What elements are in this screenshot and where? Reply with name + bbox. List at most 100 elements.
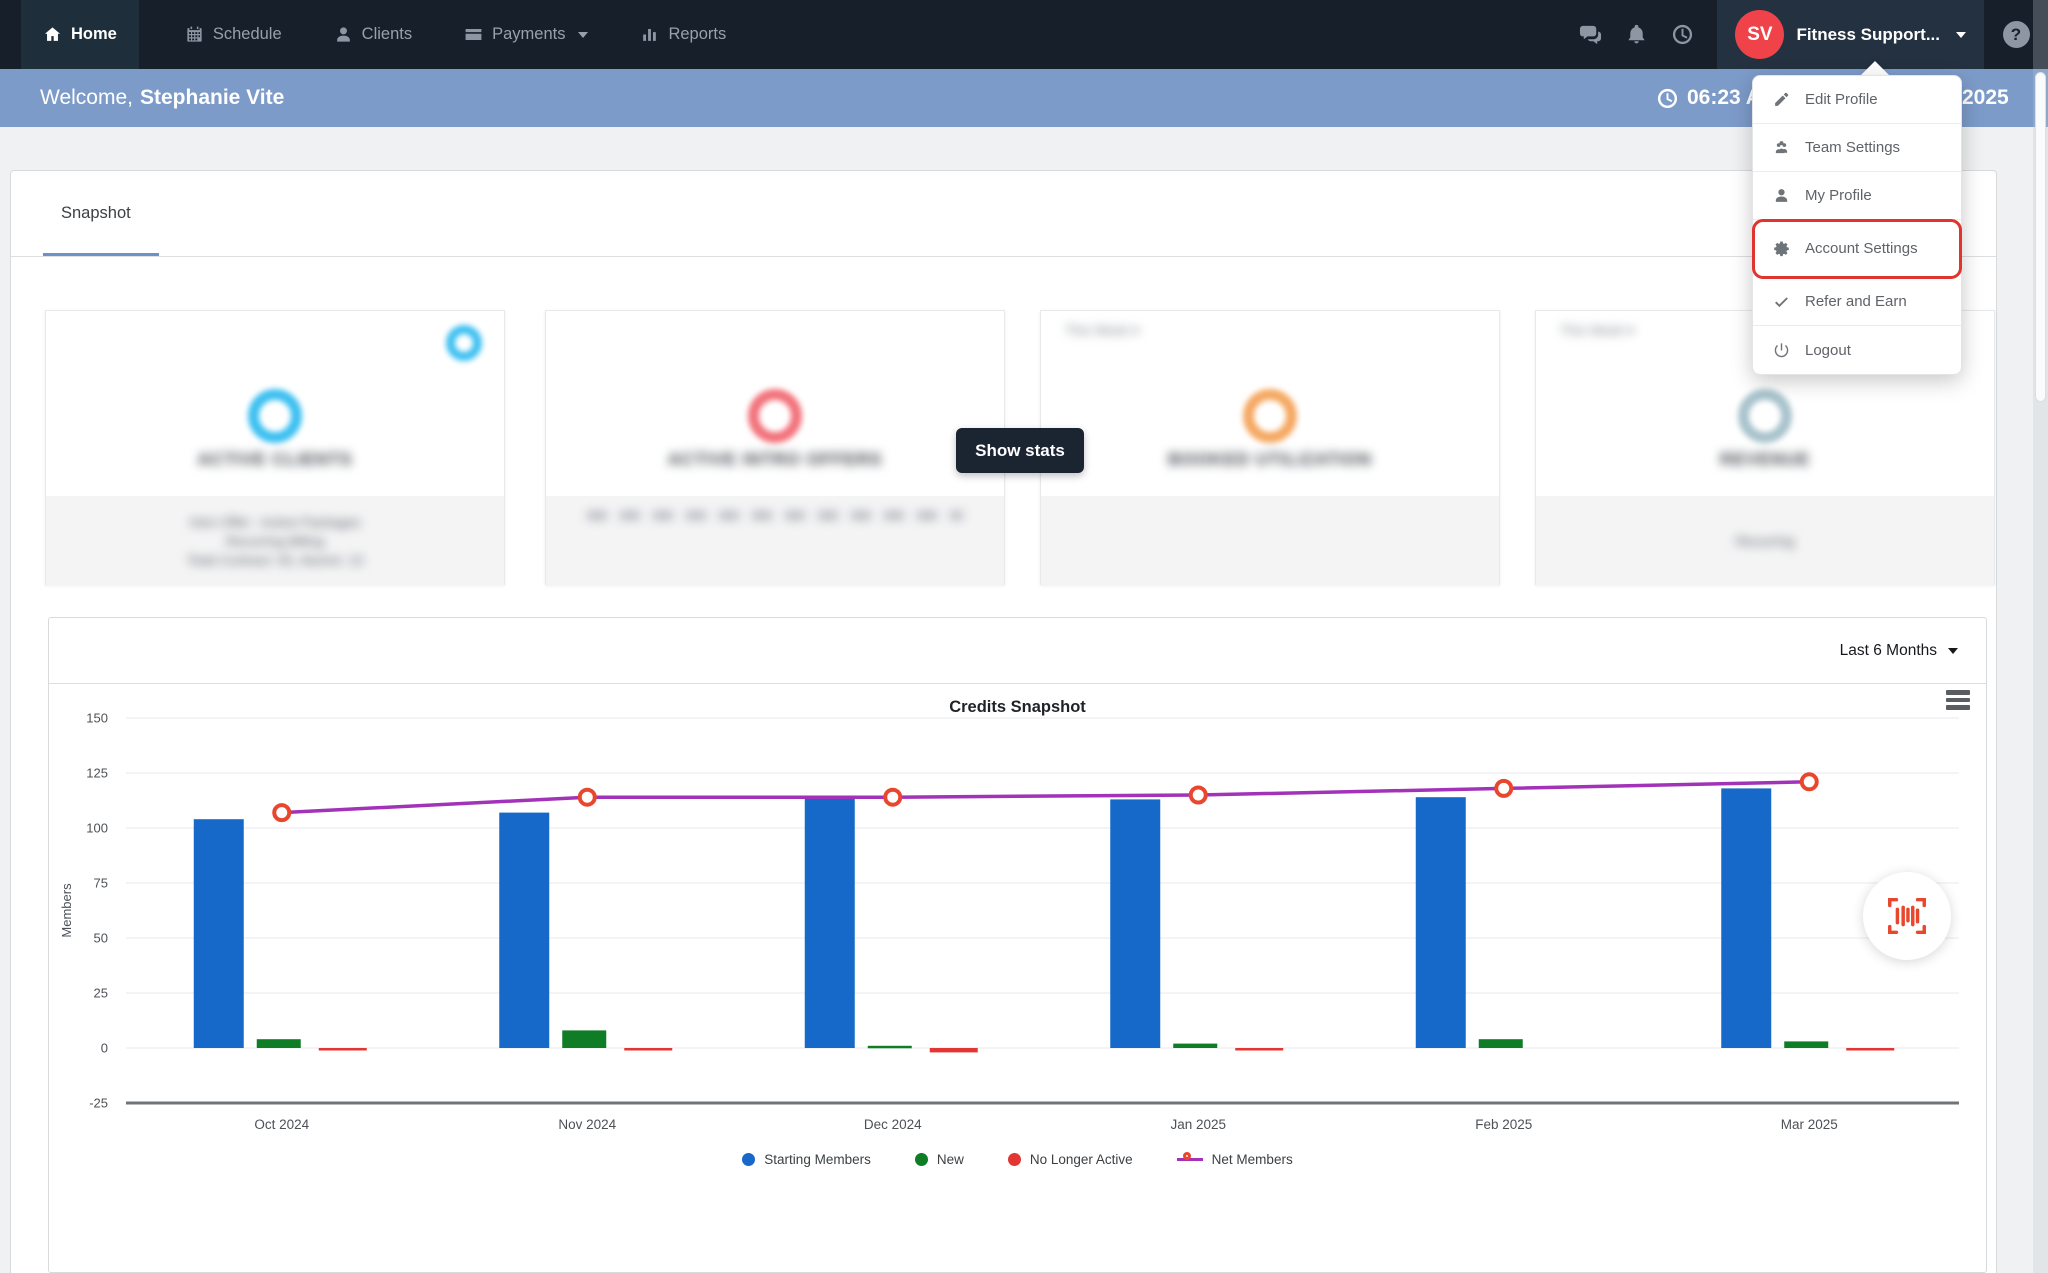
stat-card-footer: Intro Offer : Active Packages Recurring B… — [46, 496, 504, 586]
clock-icon[interactable] — [1659, 0, 1705, 69]
menu-item-label: My Profile — [1805, 187, 1872, 204]
home-icon — [43, 25, 62, 44]
welcome-message: Welcome, Stephanie Vite — [40, 69, 284, 127]
show-stats-button[interactable]: Show stats — [956, 428, 1084, 473]
welcome-user-name: Stephanie Vite — [140, 86, 284, 110]
stat-footer-line: Intro Offer : Active Packages — [190, 515, 361, 530]
chevron-down-icon — [578, 32, 588, 38]
nav-item-schedule[interactable]: Schedule — [179, 0, 288, 69]
legend-item-starting-members: Starting Members — [742, 1151, 871, 1167]
chevron-down-icon — [1956, 32, 1966, 38]
nav-item-payments[interactable]: Payments — [458, 0, 594, 69]
menu-item-team-settings[interactable]: Team Settings — [1753, 124, 1961, 172]
page-scrollbar-thumb[interactable] — [2035, 72, 2046, 402]
current-time: 06:23 A — [1656, 69, 1761, 127]
tab-row: Snapshot — [10, 170, 1997, 257]
stat-card-active-intro-offers: ACTIVE INTRO OFFERS — [545, 310, 1005, 585]
top-navbar: Home Schedule Clients Payments Reports SV Fi… — [0, 0, 2048, 69]
chart-legend: Starting Members New No Longer Active Net M… — [49, 1151, 1986, 1167]
card-period-selector[interactable]: This Week ▾ — [1560, 323, 1634, 339]
dropdown-notch — [1860, 61, 1890, 76]
stat-card-title: BOOKED UTILIZATION — [1041, 449, 1499, 470]
card-icon — [464, 25, 483, 44]
barcode-scan-fab[interactable] — [1863, 872, 1951, 960]
stat-card-body: This Week ▾ BOOKED UTILIZATION — [1041, 311, 1499, 496]
svg-text:Jan 2025: Jan 2025 — [1170, 1117, 1226, 1132]
svg-text:100: 100 — [86, 821, 108, 836]
svg-text:Dec 2024: Dec 2024 — [864, 1117, 922, 1132]
menu-item-account-settings[interactable]: Account Settings — [1753, 220, 1961, 278]
menu-item-label: Refer and Earn — [1805, 293, 1907, 310]
legend-dot-icon — [742, 1153, 755, 1166]
credits-snapshot-chart: -250255075100125150MembersOct 2024Nov 20… — [49, 684, 1988, 1151]
stat-footer-line: Recurring — [1736, 534, 1795, 549]
person-icon — [334, 25, 353, 44]
page-scrollbar-track[interactable] — [2033, 0, 2048, 1273]
svg-text:0: 0 — [101, 1041, 108, 1056]
welcome-greeting: Welcome, — [40, 86, 133, 110]
menu-item-my-profile[interactable]: My Profile — [1753, 172, 1961, 220]
legend-item-net-members: Net Members — [1177, 1151, 1293, 1167]
stat-card-title: REVENUE — [1536, 449, 1994, 470]
nav-right: SV Fitness Support... ? — [1567, 0, 2048, 69]
profile-name: Fitness Support... — [1796, 25, 1940, 45]
svg-text:50: 50 — [94, 931, 108, 946]
svg-text:75: 75 — [94, 876, 108, 891]
date-range-label: Last 6 Months — [1840, 642, 1937, 660]
chart-card-header: Last 6 Months — [49, 618, 1986, 684]
team-icon — [1773, 139, 1790, 156]
nav-item-label: Payments — [492, 25, 565, 44]
time-text: 06:23 A — [1687, 86, 1761, 110]
calendar-icon — [185, 25, 204, 44]
svg-text:150: 150 — [86, 711, 108, 726]
legend-item-new: New — [915, 1151, 964, 1167]
nav-item-clients[interactable]: Clients — [328, 0, 418, 69]
nav-item-label: Schedule — [213, 25, 282, 44]
legend-label: Starting Members — [764, 1152, 871, 1167]
svg-text:Oct 2024: Oct 2024 — [254, 1117, 309, 1132]
svg-text:Mar 2025: Mar 2025 — [1781, 1117, 1838, 1132]
dashboard-page: Home Schedule Clients Payments Reports SV Fi… — [0, 0, 2048, 1273]
stat-card-booked-utilization: This Week ▾ BOOKED UTILIZATION — [1040, 310, 1500, 585]
svg-text:125: 125 — [86, 766, 108, 781]
date-range-selector[interactable]: Last 6 Months — [1840, 618, 1958, 684]
svg-text:Members: Members — [59, 883, 74, 938]
nav-item-reports[interactable]: Reports — [634, 0, 732, 69]
menu-item-edit-profile[interactable]: Edit Profile — [1753, 76, 1961, 124]
clock-icon — [1656, 87, 1679, 110]
tab-snapshot[interactable]: Snapshot — [43, 170, 149, 256]
current-date-fragment: 2025 — [1962, 69, 2009, 127]
nav-items: Home Schedule Clients Payments Reports — [21, 0, 732, 69]
legend-item-no-longer-active: No Longer Active — [1008, 1151, 1133, 1167]
stat-footer-line: Total Contract: 93, Alumni: 13 — [187, 553, 363, 568]
bell-icon[interactable] — [1613, 0, 1659, 69]
stat-card-active-clients: ACTIVE CLIENTSIntro Offer : Active Packa… — [45, 310, 505, 585]
stat-card-body: ACTIVE INTRO OFFERS — [546, 311, 1004, 496]
nav-item-home[interactable]: Home — [21, 0, 139, 69]
card-period-selector[interactable]: This Week ▾ — [1065, 323, 1139, 339]
menu-item-label: Edit Profile — [1805, 91, 1878, 108]
bar-chart-icon — [640, 25, 659, 44]
stat-card-footer — [546, 496, 1004, 586]
welcome-bar: Welcome, Stephanie Vite 06:23 A 2025 — [0, 69, 2048, 127]
help-icon: ? — [2003, 21, 2030, 48]
legend-dot-icon — [1008, 1153, 1021, 1166]
redacted-text-row — [587, 511, 963, 520]
legend-dot-icon — [915, 1153, 928, 1166]
legend-label: New — [937, 1152, 964, 1167]
profile-chip[interactable]: SV Fitness Support... — [1717, 0, 1984, 69]
menu-item-refer-and-earn[interactable]: Refer and Earn — [1753, 278, 1961, 326]
donut-icon — [1738, 389, 1792, 443]
svg-text:-25: -25 — [89, 1096, 108, 1111]
chat-icon[interactable] — [1567, 0, 1613, 69]
power-icon — [1773, 342, 1790, 359]
chart-card: Last 6 Months Credits Snapshot -25025507… — [48, 617, 1987, 1273]
line-marker-icon — [1177, 1151, 1203, 1167]
stat-card-title: ACTIVE INTRO OFFERS — [546, 449, 1004, 470]
menu-item-logout[interactable]: Logout — [1753, 326, 1961, 374]
svg-text:Nov 2024: Nov 2024 — [558, 1117, 616, 1132]
sync-status-icon — [446, 325, 482, 361]
stat-footer-line: Recurring Billing — [226, 534, 324, 549]
legend-label: Net Members — [1212, 1152, 1293, 1167]
pencil-icon — [1773, 91, 1790, 108]
